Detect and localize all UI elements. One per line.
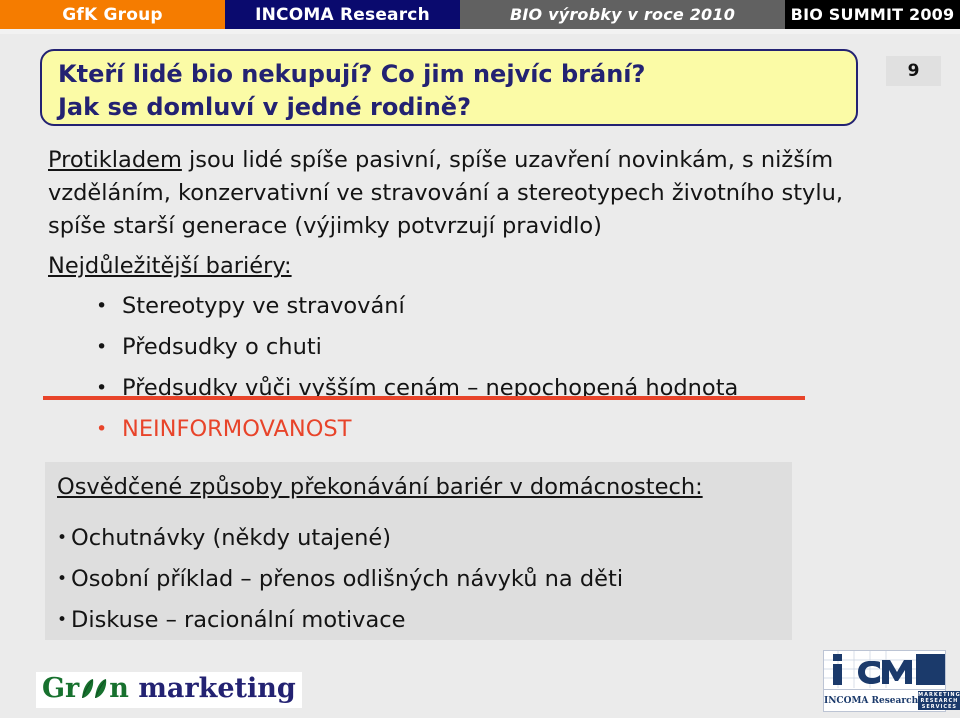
list-item-highlighted: NEINFORMOVANOST [92, 409, 852, 450]
page-number-badge: 9 [886, 56, 941, 86]
callout-line-1: Kteří lidé bio nekupují? Co jim nejvíc b… [58, 60, 646, 88]
intro-paragraph: Protikladem jsou lidé spíše pasivní, spí… [48, 144, 848, 243]
header-event-name: BIO SUMMIT 2009 [785, 0, 960, 29]
icm-caption-row: INCOMA Research MARKETING RESEARCH SERVI… [824, 690, 960, 711]
question-callout-box: Kteří lidé bio nekupují? Co jim nejvíc b… [40, 49, 858, 126]
list-item: Diskuse – racionální motivace [57, 600, 787, 641]
green-marketing-word: marketing [138, 673, 296, 704]
list-item: Stereotypy ve stravování [92, 286, 852, 327]
callout-line-2: Jak se domluví v jedné rodině? [58, 93, 471, 121]
green-marketing-n: n [109, 673, 129, 704]
header-presentation-title: BIO výrobky v roce 2010 [460, 0, 785, 29]
list-item: Ochutnávky (někdy utajené) [57, 518, 787, 559]
incoma-icm-logo: INCOMA Research MARKETING RESEARCH SERVI… [823, 650, 960, 712]
list-item: Předsudky o chuti [92, 327, 852, 368]
header-brand-incoma: INCOMA Research [225, 0, 460, 29]
leaf-icon [79, 676, 109, 698]
solutions-list: Ochutnávky (někdy utajené) Osobní příkla… [57, 518, 787, 641]
icm-services-badge: MARKETING RESEARCH SERVICES [918, 691, 960, 710]
top-header-bar: GfK Group INCOMA Research BIO výrobky v … [0, 0, 960, 29]
paragraph-lead-underlined: Protikladem [48, 147, 182, 173]
list-item: Osobní příklad – přenos odlišných návyků… [57, 559, 787, 600]
barriers-list: Stereotypy ve stravování Předsudky o chu… [92, 286, 852, 450]
icm-services-line-3: SERVICES [921, 703, 958, 710]
barriers-heading-text: Nejdůležitější bariéry: [48, 253, 292, 279]
green-marketing-logo: Gr n marketing [36, 672, 302, 708]
green-marketing-gr: Gr [42, 673, 80, 704]
icm-company-name: INCOMA Research [824, 695, 919, 706]
list-item: Předsudky vůči vyšším cenám – nepochopen… [92, 368, 852, 409]
header-brand-gfk: GfK Group [0, 0, 225, 29]
solutions-heading: Osvědčené způsoby překonávání bariér v d… [57, 471, 703, 503]
barriers-heading: Nejdůležitější bariéry: [48, 251, 292, 281]
accent-divider-rule [43, 396, 805, 400]
header-divider [0, 29, 960, 34]
icm-mark [824, 651, 945, 690]
solutions-heading-text: Osvědčené způsoby překonávání bariér v d… [57, 474, 703, 500]
